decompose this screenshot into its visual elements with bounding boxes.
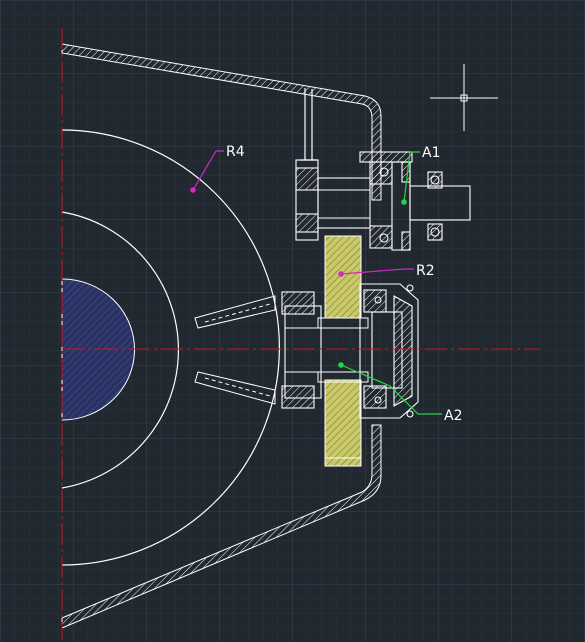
cad-viewport[interactable]: R4 A1 R2 A2 xyxy=(0,0,585,642)
label-a1: A1 xyxy=(422,145,440,161)
label-r2: R2 xyxy=(416,263,435,279)
cad-drawing[interactable]: R4 A1 R2 A2 xyxy=(0,0,585,642)
label-r4: R4 xyxy=(226,144,245,160)
label-a2: A2 xyxy=(444,408,462,424)
